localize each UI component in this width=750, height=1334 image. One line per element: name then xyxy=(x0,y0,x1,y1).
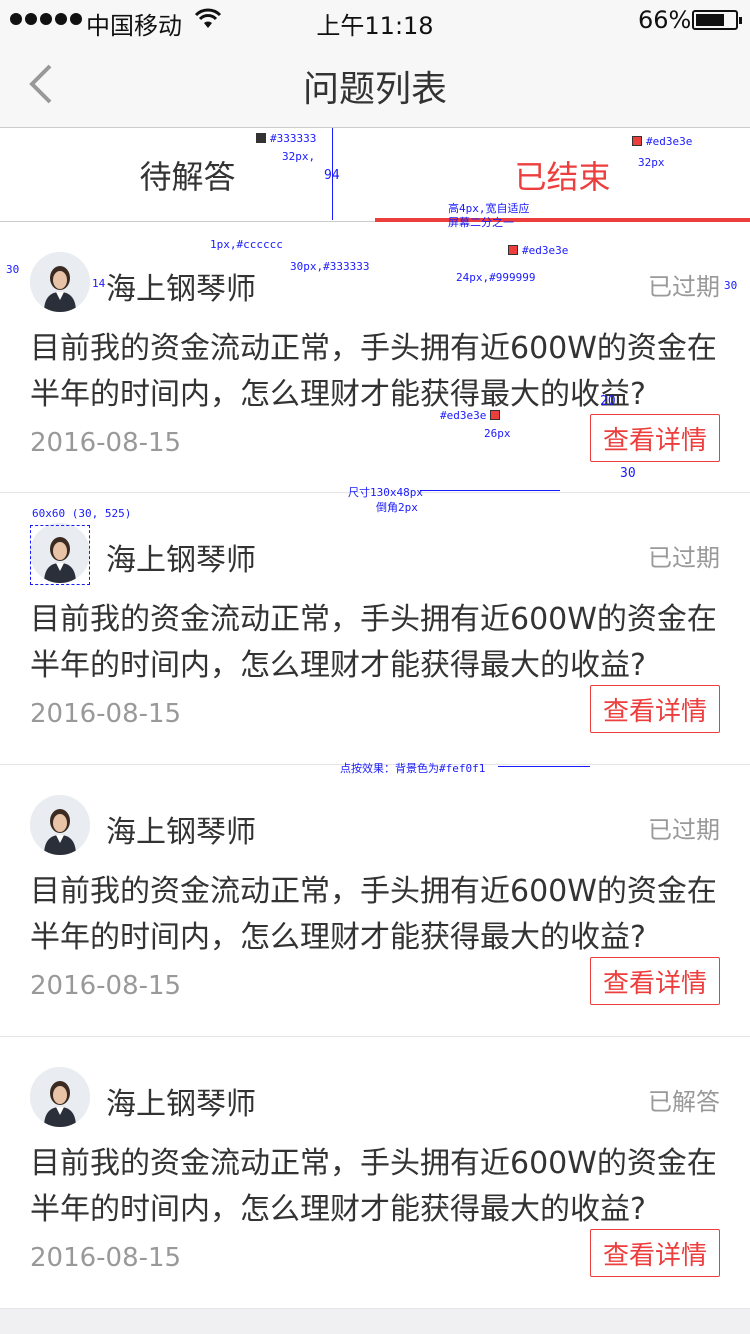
annotation-tab-size: 32px, xyxy=(282,150,316,163)
annotation-line xyxy=(420,490,560,491)
view-detail-button[interactable]: 查看详情 xyxy=(590,957,720,1005)
question-card: 海上钢琴师 已过期 目前我的资金流动正常，手头拥有近600W的资金在半年的时间内… xyxy=(0,222,750,493)
tab-finished[interactable]: 已结束 xyxy=(375,128,750,222)
avatar xyxy=(30,795,90,855)
status-bar: 中国移动 上午11:18 66% xyxy=(0,0,750,40)
annotation-tab-color: #333333 xyxy=(256,132,316,145)
status-label: 已解答 xyxy=(648,1088,720,1116)
question-date: 2016-08-15 xyxy=(30,1243,182,1273)
question-date: 2016-08-15 xyxy=(30,428,182,458)
battery-icon xyxy=(692,10,742,30)
status-label: 已过期 xyxy=(648,816,720,844)
annotation-btn-color: #ed3e3e xyxy=(440,409,504,422)
annotation-avatar-spec: 60x60 (30, 525) xyxy=(32,507,132,520)
tab-pending[interactable]: 待解答 xyxy=(0,128,375,221)
annotation-btn-top: 20 xyxy=(600,394,616,409)
annotation-underline-color: #ed3e3e xyxy=(508,244,568,257)
annotation-press-effect: 点按效果：背景色为#fef0f1 xyxy=(340,762,486,775)
status-label: 已过期 xyxy=(648,273,720,301)
avatar xyxy=(30,1067,90,1127)
question-card: 海上钢琴师 已过期 目前我的资金流动正常，手头拥有近600W的资金在半年的时间内… xyxy=(0,765,750,1037)
annotation-box xyxy=(30,525,90,585)
annotation-btn-radius: 倒角2px xyxy=(376,501,418,514)
question-date: 2016-08-15 xyxy=(30,971,182,1001)
person-icon xyxy=(30,252,90,312)
annotation-active-color: #ed3e3e xyxy=(632,135,692,148)
asker-name: 海上钢琴师 xyxy=(106,543,256,578)
battery-percent: 66% xyxy=(638,6,692,34)
question-card: 海上钢琴师 已解答 目前我的资金流动正常，手头拥有近600W的资金在半年的时间内… xyxy=(0,1037,750,1309)
nav-bar: 问题列表 xyxy=(0,40,750,128)
annotation-name-spec: 30px,#333333 xyxy=(290,260,370,273)
annotation-text: #333333 xyxy=(270,132,317,145)
annotation-btn-size: 尺寸130x48px xyxy=(348,486,423,499)
annotation-underline-spec2: 屏幕二分之一 xyxy=(448,216,514,229)
annotation-margin-left: 30 xyxy=(6,263,20,276)
question-card: 海上钢琴师 已过期 目前我的资金流动正常，手头拥有近600W的资金在半年的时间内… xyxy=(0,493,750,765)
annotation-active-size: 32px xyxy=(638,156,665,169)
status-label: 已过期 xyxy=(648,544,720,572)
annotation-btn-bottom: 30 xyxy=(620,466,636,481)
person-icon xyxy=(30,795,90,855)
question-text: 目前我的资金流动正常，手头拥有近600W的资金在半年的时间内，怎么理财才能获得最… xyxy=(30,874,717,955)
person-icon xyxy=(30,1067,90,1127)
asker-name: 海上钢琴师 xyxy=(106,272,256,307)
view-detail-button[interactable]: 查看详情 xyxy=(590,685,720,733)
annotation-margin-right: 30 xyxy=(724,279,738,292)
question-date: 2016-08-15 xyxy=(30,699,182,729)
asker-name: 海上钢琴师 xyxy=(106,1087,256,1122)
question-text: 目前我的资金流动正常，手头拥有近600W的资金在半年的时间内，怎么理财才能获得最… xyxy=(30,1146,717,1227)
asker-name: 海上钢琴师 xyxy=(106,815,256,850)
annotation-line xyxy=(498,766,590,767)
view-detail-button[interactable]: 查看详情 xyxy=(590,414,720,462)
annotation-line xyxy=(332,128,333,220)
annotation-text: #ed3e3e xyxy=(646,135,693,148)
annotation-text: #ed3e3e xyxy=(440,409,487,422)
view-detail-button[interactable]: 查看详情 xyxy=(590,1229,720,1277)
annotation-divider-spec: 1px,#cccccc xyxy=(210,238,283,251)
question-text: 目前我的资金流动正常，手头拥有近600W的资金在半年的时间内，怎么理财才能获得最… xyxy=(30,602,717,683)
annotation-status-spec: 24px,#999999 xyxy=(456,271,536,284)
question-text: 目前我的资金流动正常，手头拥有近600W的资金在半年的时间内，怎么理财才能获得最… xyxy=(30,331,717,412)
annotation-avatar-gap: 14 xyxy=(92,277,106,290)
annotation-btn-font: 26px xyxy=(484,427,511,440)
annotation-text: #ed3e3e xyxy=(522,244,569,257)
page-title: 问题列表 xyxy=(302,69,447,110)
avatar xyxy=(30,252,90,312)
